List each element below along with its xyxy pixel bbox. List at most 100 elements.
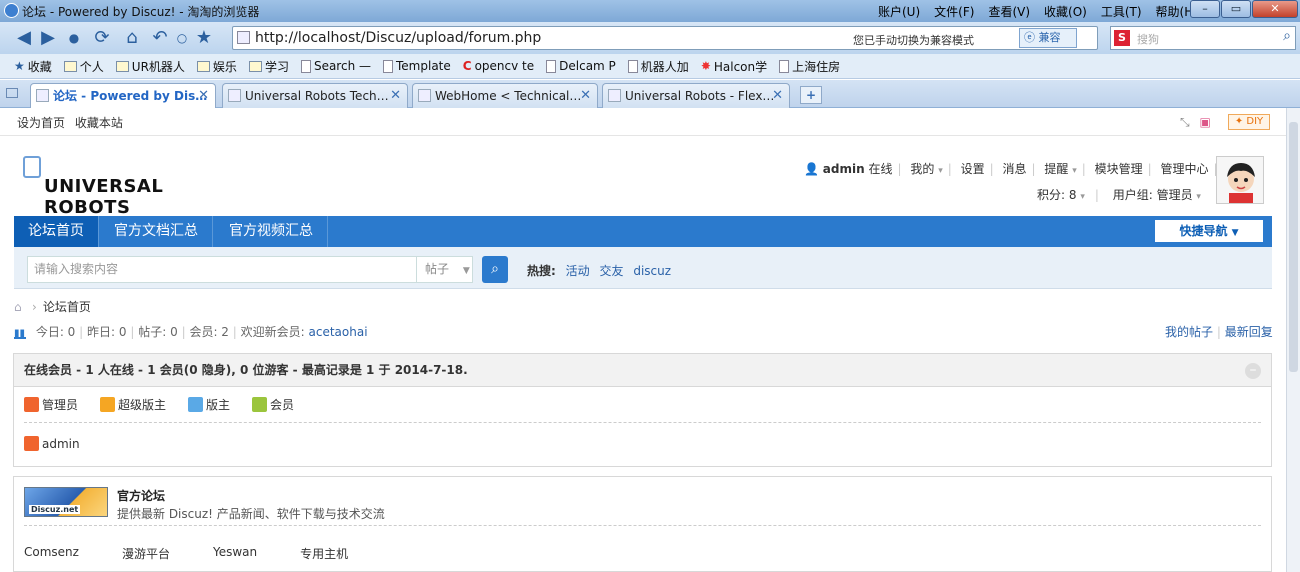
close-tab-icon[interactable]: ✕ (580, 84, 591, 108)
fullscreen-icon[interactable]: ⤡ (1180, 115, 1190, 129)
forum-link-title[interactable]: 官方论坛 (117, 487, 165, 504)
home-icon[interactable]: ⌂ (14, 300, 28, 314)
online-status[interactable]: 在线 (868, 162, 892, 176)
menu-favorites[interactable]: 收藏(O) (1044, 3, 1087, 20)
tab-forum[interactable]: 论坛 - Powered by Dis… ✕ (30, 83, 216, 108)
module-manage-link[interactable]: 模块管理 (1095, 162, 1143, 176)
my-menu[interactable]: 我的 ▾ (910, 162, 942, 176)
menu-view[interactable]: 查看(V) (988, 3, 1030, 20)
fav-link-template[interactable]: Template (383, 59, 451, 73)
close-tab-icon[interactable]: ✕ (772, 84, 783, 108)
hot-search-link[interactable]: discuz (633, 264, 671, 278)
favorites-menu[interactable]: ★ 收藏 (14, 58, 52, 75)
close-tab-icon[interactable]: ✕ (390, 84, 401, 108)
tab-ur-flex[interactable]: Universal Robots - Flex… ✕ (602, 83, 790, 108)
fav-label: 收藏 (27, 59, 52, 74)
mouse-gesture-icon[interactable]: ○ (170, 26, 194, 50)
tab-list-icon[interactable] (6, 88, 18, 98)
fav-link-delcam[interactable]: Delcam P (546, 59, 616, 73)
vertical-scrollbar[interactable] (1286, 108, 1300, 572)
favorites-bar: ★ 收藏 个人 UR机器人 娱乐 学习 Search — Template Cop… (0, 54, 1300, 79)
close-window-button[interactable]: ✕ (1252, 0, 1298, 18)
forward-icon[interactable]: ▶ (36, 26, 60, 50)
tab-favicon (228, 89, 241, 102)
forum-search-button[interactable]: ⌕ (482, 256, 508, 283)
new-tab-button[interactable]: + (800, 86, 822, 104)
latest-replies-link[interactable]: 最新回复 (1225, 325, 1273, 339)
fav-link-search[interactable]: Search — (300, 59, 371, 73)
nav-forum-home[interactable]: 论坛首页 (14, 216, 99, 247)
nav-official-videos[interactable]: 官方视频汇总 (215, 216, 328, 247)
page-icon (383, 59, 393, 73)
bookmark-site-link[interactable]: 收藏本站 (75, 116, 123, 130)
usergroup-menu[interactable]: 用户组: 管理员 ▾ (1113, 188, 1201, 202)
set-homepage-link[interactable]: 设为首页 (17, 116, 65, 130)
top-tools: ⤡ ▣ (1180, 115, 1211, 130)
user-stats: 积分: 8 ▾ | 用户组: 管理员 ▾ (1037, 188, 1201, 202)
search-type-select[interactable]: 帖子 ▼ (417, 256, 473, 283)
fav-folder-study[interactable]: 学习 (248, 58, 289, 75)
menu-file[interactable]: 文件(F) (934, 3, 974, 20)
online-members-header[interactable]: 在线会员 - 1 人在线 - 1 会员(0 隐身), 0 位游客 - 最高记录是… (14, 354, 1271, 387)
style-icon[interactable]: ▣ (1199, 115, 1210, 129)
fav-link-opencv[interactable]: Copencv te (463, 59, 534, 73)
fav-label: UR机器人 (131, 59, 185, 74)
stop-icon[interactable]: ● (62, 26, 86, 50)
maximize-button[interactable]: ▭ (1221, 0, 1251, 18)
legend-label: 版主 (206, 398, 231, 412)
points-label: 积分: 8 (1037, 188, 1077, 202)
scrollbar-thumb[interactable] (1289, 122, 1298, 372)
admin-center-link[interactable]: 管理中心 (1161, 162, 1209, 176)
online-member-item[interactable]: admin (24, 436, 80, 451)
remind-menu[interactable]: 提醒 ▾ (1044, 162, 1076, 176)
hot-search-link[interactable]: 交友 (599, 264, 623, 278)
hot-search-link[interactable]: 活动 (566, 264, 590, 278)
avatar[interactable] (1216, 156, 1264, 204)
right-links: 我的帖子 | 最新回复 (1165, 325, 1273, 339)
undo-close-icon[interactable]: ↶ (148, 26, 172, 50)
messages-link[interactable]: 消息 (1003, 162, 1027, 176)
forum-search-input[interactable]: 请输入搜索内容 (27, 256, 417, 283)
refresh-icon[interactable]: ⟳ (90, 26, 114, 50)
close-tab-icon[interactable]: ✕ (198, 84, 209, 108)
minimize-button[interactable]: – (1190, 0, 1220, 18)
settings-link[interactable]: 设置 (961, 162, 985, 176)
tab-ur-tech[interactable]: Universal Robots Tech… ✕ (222, 83, 408, 108)
menu-tools[interactable]: 工具(T) (1101, 3, 1142, 20)
my-threads-link[interactable]: 我的帖子 (1165, 325, 1213, 339)
nav-official-docs[interactable]: 官方文档汇总 (100, 216, 213, 247)
site-logo[interactable]: UNIVERSAL ROBOTS (14, 146, 230, 218)
compat-mode-button[interactable]: ⓔ 兼容 (1019, 28, 1077, 48)
username-link[interactable]: admin (823, 162, 865, 176)
quick-nav-button[interactable]: 快捷导航 ▼ (1155, 220, 1263, 242)
fav-folder-personal[interactable]: 个人 (63, 58, 104, 75)
fav-folder-entertainment[interactable]: 娱乐 (196, 58, 237, 75)
stat-yesterday: 昨日: 0 (87, 325, 127, 339)
page-icon (300, 59, 311, 73)
partner-link[interactable]: Yeswan (213, 545, 257, 562)
breadcrumb-forum-home[interactable]: 论坛首页 (43, 300, 91, 314)
collapse-icon[interactable]: – (1245, 363, 1261, 379)
back-icon[interactable]: ◀ (12, 26, 36, 50)
menu-account[interactable]: 账户(U) (878, 3, 920, 20)
fav-link-housing[interactable]: 上海住房 (779, 58, 840, 75)
tab-webhome[interactable]: WebHome < Technical… ✕ (412, 83, 598, 108)
points-menu[interactable]: 积分: 8 ▾ (1037, 188, 1085, 202)
magnifier-icon[interactable]: ⌕ (1283, 28, 1291, 44)
fav-folder-ur[interactable]: UR机器人 (115, 58, 185, 75)
partner-link[interactable]: Comsenz (24, 545, 79, 562)
partner-link[interactable]: 专用主机 (300, 545, 348, 562)
fav-link-robot[interactable]: 机器人加 (627, 58, 689, 75)
favorite-star-icon[interactable]: ★ (192, 26, 216, 50)
home-icon[interactable]: ⌂ (120, 26, 144, 50)
partner-link[interactable]: 漫游平台 (122, 545, 170, 562)
web-search-box[interactable]: S 搜狗 ⌕ (1110, 26, 1296, 50)
fav-link-halcon[interactable]: ✸ Halcon学 (701, 58, 767, 75)
url-bar[interactable]: http://localhost/Discuz/upload/forum.php… (232, 26, 1098, 50)
fav-label: 娱乐 (212, 59, 237, 74)
discuz-logo[interactable]: Discuz.net (24, 487, 108, 517)
url-text[interactable]: http://localhost/Discuz/upload/forum.php (255, 30, 541, 46)
diy-button[interactable]: ✦ DIY (1228, 114, 1270, 130)
newest-member-link[interactable]: acetaohai (309, 325, 368, 339)
main-nav: 论坛首页 官方文档汇总 官方视频汇总 快捷导航 ▼ (14, 216, 1272, 247)
